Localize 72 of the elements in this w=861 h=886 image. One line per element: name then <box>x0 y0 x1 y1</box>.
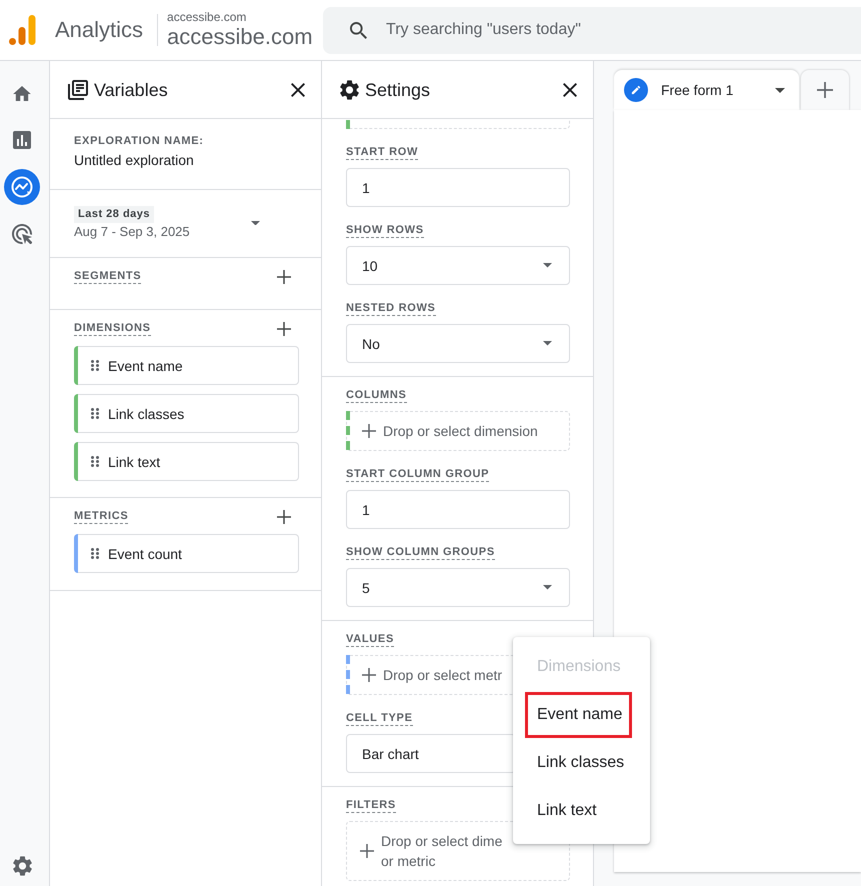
property-name[interactable]: accessibe.com <box>167 24 313 50</box>
close-icon[interactable] <box>563 82 577 96</box>
field-label: START COLUMN GROUP <box>346 468 490 482</box>
panel-title: Settings <box>365 78 432 102</box>
logo-icon <box>9 15 36 45</box>
nav-button[interactable] <box>4 169 40 205</box>
product-name: Analytics <box>55 16 144 44</box>
drop-prompt: Drop or select dimension <box>383 422 538 441</box>
account-name[interactable]: accessibe.com <box>167 10 246 24</box>
menu-item[interactable]: Event name <box>525 692 632 738</box>
variable-chip[interactable]: Event count <box>74 534 299 573</box>
settings-icon <box>340 80 359 100</box>
settings-icon[interactable] <box>12 856 32 876</box>
input-field[interactable]: 1 <box>346 168 570 207</box>
explore-icon <box>11 176 33 198</box>
plus-icon <box>360 844 374 858</box>
field-label: NESTED ROWS <box>346 302 436 316</box>
select-field[interactable]: No <box>346 324 570 363</box>
menu-header: Dimensions <box>537 657 621 677</box>
home-icon[interactable] <box>13 86 31 100</box>
pencil-icon <box>624 78 648 102</box>
drop-zone[interactable]: Drop or select dimension <box>346 411 570 451</box>
target-cursor-icon[interactable] <box>12 224 32 244</box>
menu-item[interactable]: Link classes <box>525 740 632 786</box>
field-label: COLUMNS <box>346 389 407 403</box>
select-field[interactable]: 5 <box>346 568 570 607</box>
drag-handle-icon[interactable] <box>91 360 99 371</box>
drop-zone[interactable]: Drop or select metr <box>346 655 516 695</box>
field-label: SHOW COLUMN GROUPS <box>346 546 495 560</box>
drop-prompt: Drop or select metr <box>383 666 502 685</box>
field-label: SHOW ROWS <box>346 224 424 238</box>
field-label: CELL TYPE <box>346 712 413 726</box>
field-label: FILTERS <box>346 799 396 813</box>
plus-icon[interactable] <box>277 322 291 336</box>
drag-handle-icon[interactable] <box>91 456 99 467</box>
input-field[interactable]: 1 <box>346 490 570 529</box>
input-field[interactable]: Bar chart <box>346 734 516 773</box>
caret-icon[interactable] <box>775 88 785 92</box>
drop-prompt: Drop or select dime or metric <box>381 832 502 871</box>
caret-icon <box>543 263 552 268</box>
bar-chart-icon[interactable] <box>13 131 31 149</box>
caret-icon <box>543 585 552 590</box>
section-label: SEGMENTS <box>74 270 142 284</box>
drag-handle-icon[interactable] <box>91 548 99 559</box>
add-tab-button[interactable] <box>801 70 849 110</box>
close-icon[interactable] <box>291 82 305 96</box>
tab[interactable]: Free form 1 <box>614 70 799 110</box>
drop-zone[interactable]: Drop or select dime or metric <box>346 821 570 881</box>
drag-handle-icon[interactable] <box>91 408 99 419</box>
field-label: VALUES <box>346 633 394 647</box>
plus-icon <box>817 82 833 98</box>
date-range-text[interactable]: Aug 7 - Sep 3, 2025 <box>74 223 190 240</box>
caret-icon <box>543 341 552 346</box>
field-label: START ROW <box>346 146 418 160</box>
plus-icon[interactable] <box>277 510 291 524</box>
variable-chip[interactable]: Link text <box>74 442 299 481</box>
caret-icon[interactable] <box>251 220 260 226</box>
plus-icon <box>362 668 376 682</box>
search-icon <box>350 22 368 38</box>
date-preset-tag[interactable]: Last 28 days <box>74 206 154 223</box>
search-field[interactable]: Try searching "users today" <box>323 6 861 54</box>
section-label: METRICS <box>74 510 128 524</box>
select-field[interactable]: 10 <box>346 246 570 285</box>
plus-icon[interactable] <box>277 270 291 284</box>
panel-title: Variables <box>94 78 169 102</box>
plus-icon <box>362 424 376 438</box>
field-label: EXPLORATION NAME: <box>74 135 204 148</box>
books-icon <box>68 80 88 100</box>
exploration-name[interactable]: Untitled exploration <box>74 150 194 170</box>
variable-chip[interactable]: Event name <box>74 346 299 385</box>
variable-chip[interactable]: Link classes <box>74 394 299 433</box>
section-label: DIMENSIONS <box>74 322 151 336</box>
